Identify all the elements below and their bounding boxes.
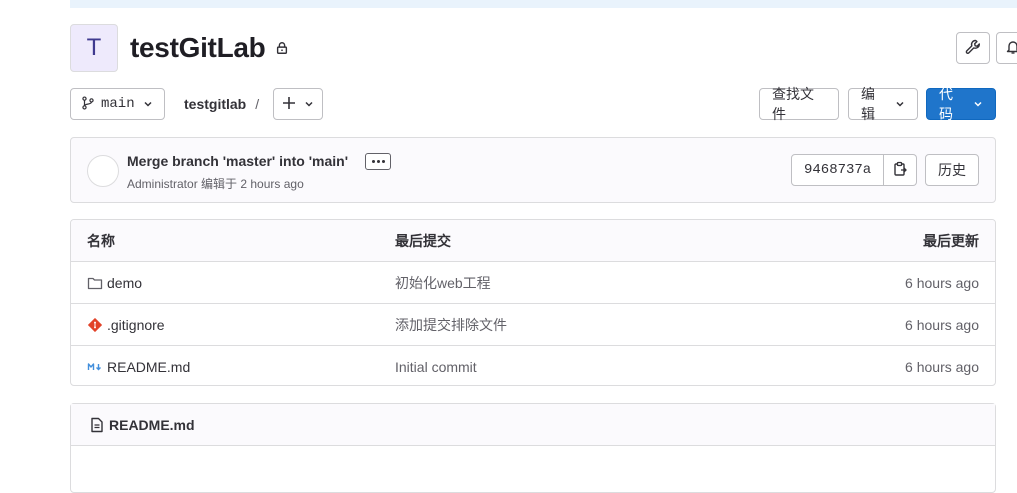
commit-sha-group: 9468737a [791,154,918,186]
top-banner [70,0,1017,8]
project-avatar[interactable]: T [70,24,118,72]
row-updated-time: 6 hours ago [905,359,979,375]
file-name-link[interactable]: .gitignore [107,317,165,333]
folder-icon [87,275,103,291]
add-dropdown-button[interactable] [273,88,323,120]
table-row[interactable]: demo 初始化web工程 6 hours ago [71,262,995,304]
last-commit-panel: Merge branch 'master' into 'main' Admini… [70,137,996,203]
commit-sha[interactable]: 9468737a [791,154,885,186]
branch-name: main [101,96,135,112]
chevron-down-icon [973,99,983,109]
file-tree-table: 名称 最后提交 最后更新 demo 初始化web工程 6 hours ago .… [70,219,996,386]
settings-button[interactable] [956,32,990,64]
edit-dropdown-button[interactable]: 编辑 [848,86,918,122]
header-name: 名称 [87,232,115,249]
lock-icon [275,41,289,55]
copy-sha-button[interactable] [884,154,918,186]
row-updated-time: 6 hours ago [905,274,979,291]
header-last-commit: 最后提交 [395,232,451,249]
breadcrumb-separator: / [255,96,260,112]
plus-icon [282,96,296,113]
commit-title[interactable]: Merge branch 'master' into 'main' [127,153,348,169]
chevron-down-icon [304,99,314,109]
row-updated-time: 6 hours ago [905,316,979,333]
readme-title[interactable]: README.md [109,417,195,433]
edit-label: 编辑 [861,86,875,122]
header-actions [956,32,1017,64]
project-title: testGitLab [130,32,266,63]
chevron-down-icon [895,99,905,109]
breadcrumb: testgitlab / [184,88,259,120]
wrench-icon [965,39,981,58]
chevron-down-icon [143,99,153,109]
table-row[interactable]: .gitignore 添加提交排除文件 6 hours ago [71,304,995,346]
commit-meta: Administrator 编辑于 2 hours ago [127,177,304,191]
readme-panel: README.md [70,403,996,493]
code-label: 代码 [939,86,953,122]
find-file-button[interactable]: 查找文件 [759,86,839,122]
table-header: 名称 最后提交 最后更新 [71,220,995,262]
history-button[interactable]: 历史 [925,154,979,186]
table-row[interactable]: README.md Initial commit 6 hours ago [71,346,995,385]
branch-selector[interactable]: main [70,88,165,120]
header-last-update: 最后更新 [923,232,979,249]
repo-toolbar: main testgitlab / 查找文件 编辑 代码 [70,86,996,122]
branch-icon [81,95,95,113]
row-commit-message[interactable]: 添加提交排除文件 [395,304,507,345]
readme-header: README.md [71,404,995,446]
toggle-commit-description-button[interactable] [365,153,391,170]
copy-icon [892,161,908,180]
code-dropdown-button[interactable]: 代码 [926,86,996,122]
file-name-link[interactable]: README.md [107,359,190,375]
project-header: T testGitLab [70,24,289,72]
commit-author-avatar[interactable] [87,155,119,187]
row-commit-message[interactable]: 初始化web工程 [395,262,491,303]
row-commit-message[interactable]: Initial commit [395,346,477,385]
notifications-button[interactable] [996,32,1017,64]
file-name-link[interactable]: demo [107,275,142,291]
git-icon [87,317,103,333]
breadcrumb-project-link[interactable]: testgitlab [184,96,246,112]
file-text-icon [89,417,105,433]
markdown-icon [87,359,103,375]
bell-icon [1005,39,1017,58]
